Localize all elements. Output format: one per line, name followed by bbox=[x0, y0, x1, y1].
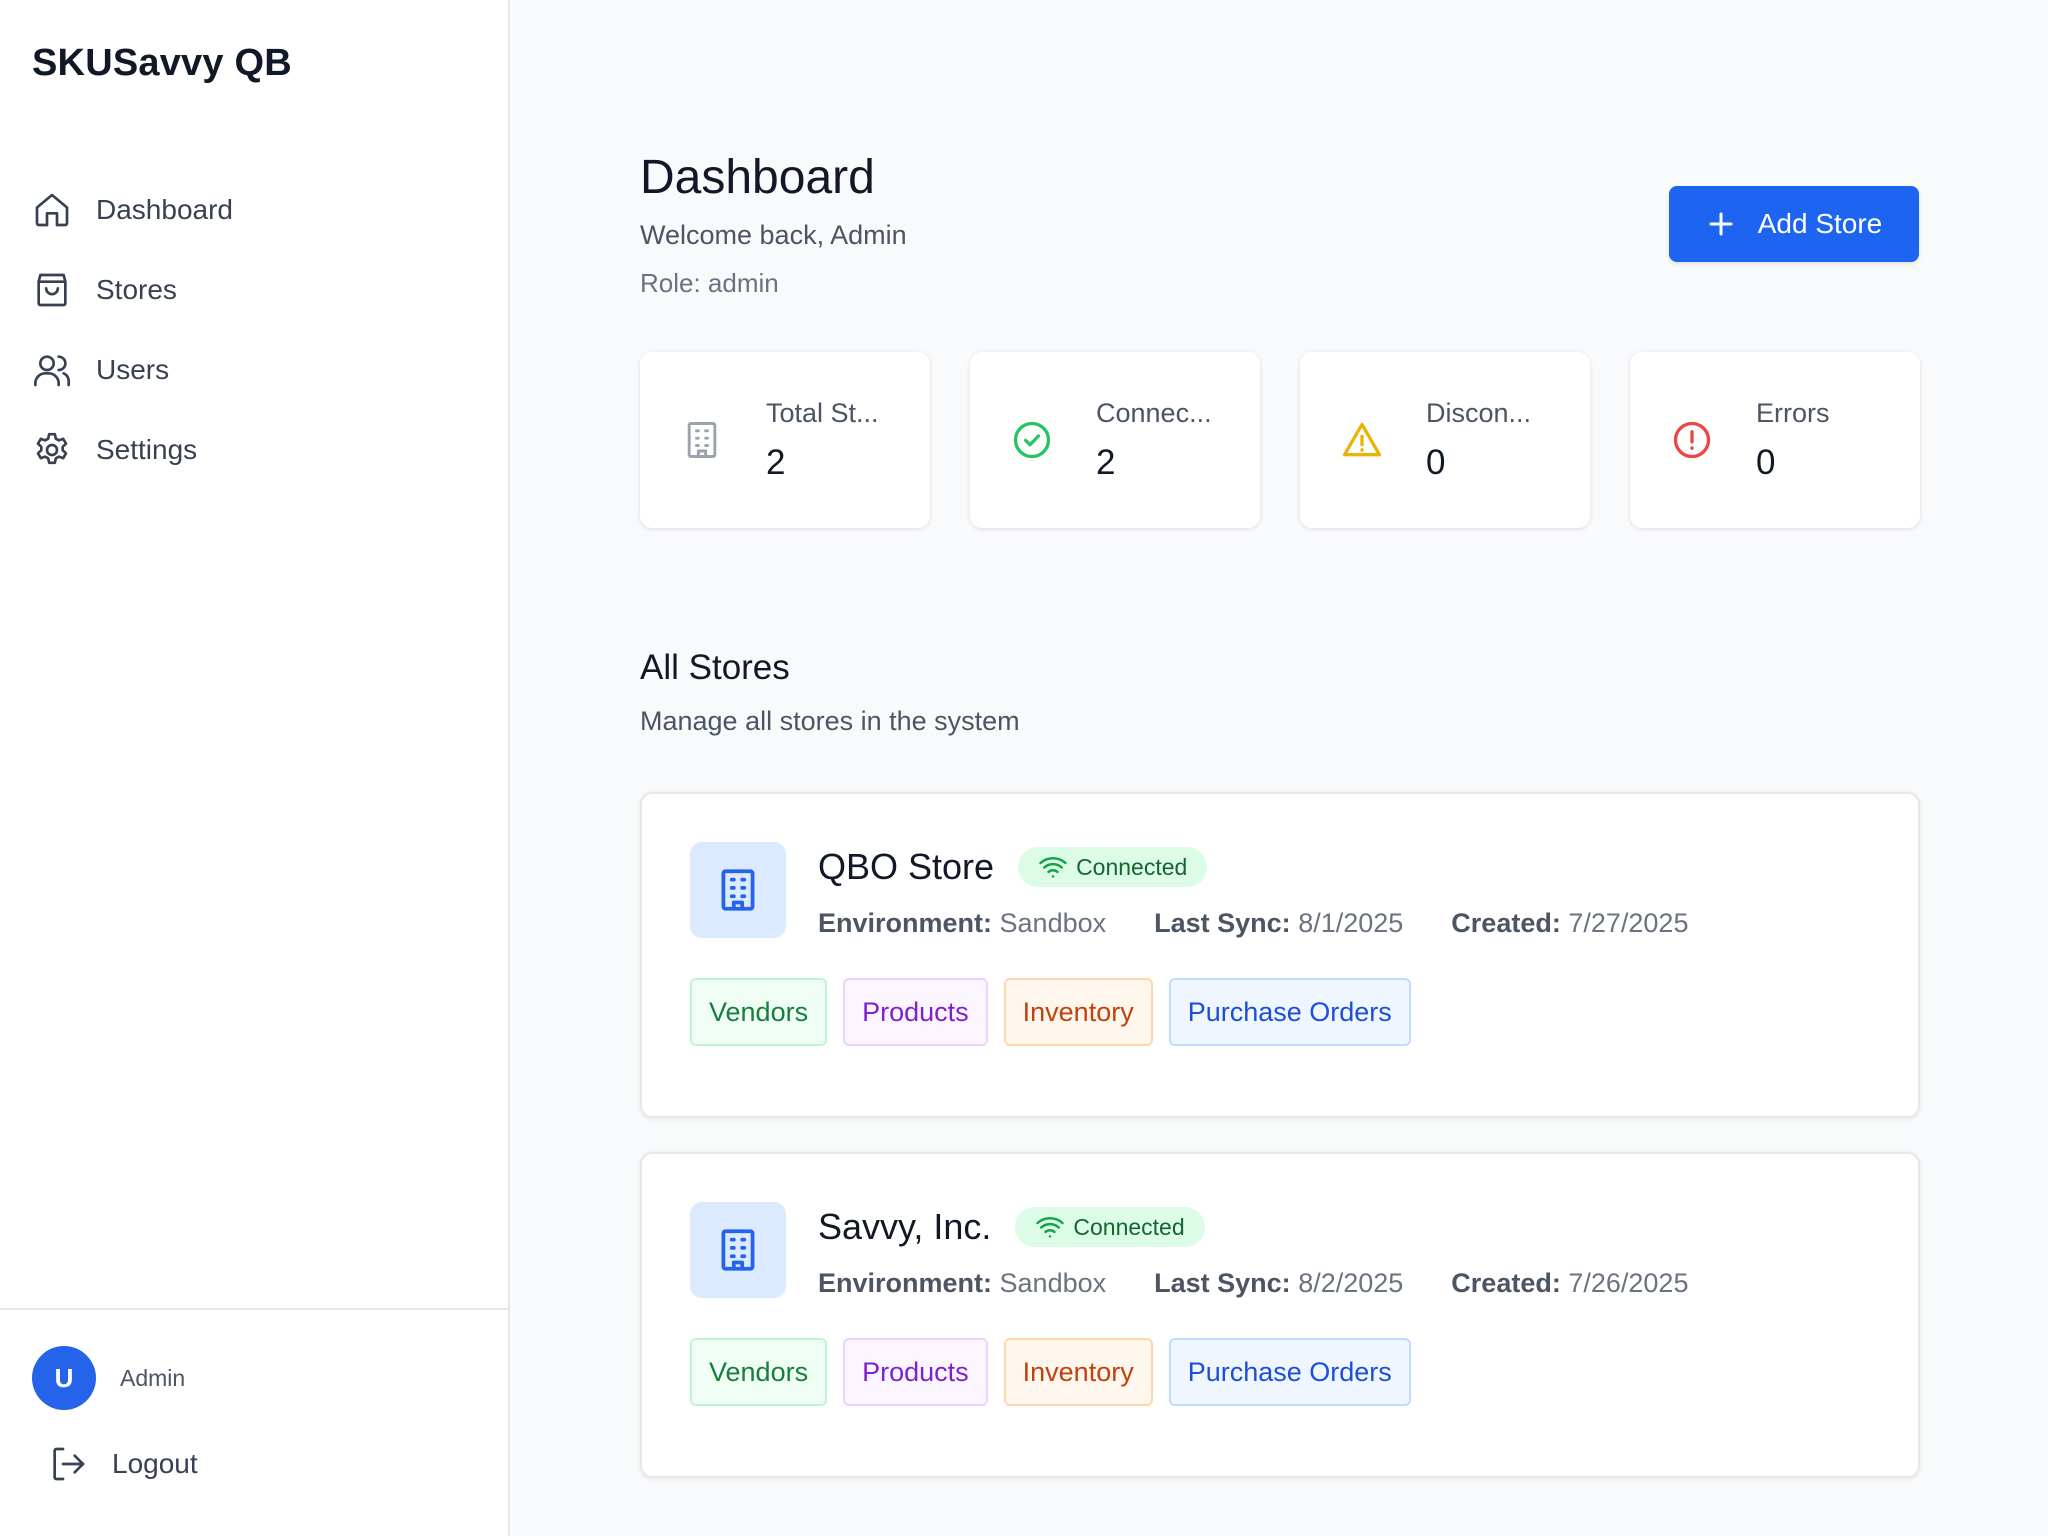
building-icon bbox=[690, 842, 786, 938]
last-sync-label: Last Sync: bbox=[1154, 1268, 1291, 1298]
section-title: All Stores bbox=[640, 648, 790, 687]
sidebar-item-dashboard[interactable]: Dashboard bbox=[32, 170, 472, 250]
created-label: Created: bbox=[1451, 908, 1561, 938]
store-card[interactable]: Savvy, Inc. Connected Environment: Sandb… bbox=[640, 1152, 1920, 1478]
stat-card-errors: Errors 0 bbox=[1630, 352, 1920, 528]
status-label: Connected bbox=[1076, 853, 1188, 880]
tag-products[interactable]: Products bbox=[843, 978, 988, 1046]
stat-label: Connec... bbox=[1096, 397, 1212, 428]
stat-value: 0 bbox=[1426, 442, 1446, 482]
alert-circle-icon bbox=[1670, 418, 1714, 462]
wifi-icon bbox=[1036, 1216, 1065, 1238]
sidebar-footer: U Admin Logout bbox=[0, 1308, 510, 1536]
sidebar-item-label: Stores bbox=[96, 274, 177, 305]
sidebar-item-settings[interactable]: Settings bbox=[32, 410, 472, 490]
user-profile: U Admin bbox=[32, 1346, 185, 1410]
sidebar-item-label: Dashboard bbox=[96, 194, 233, 225]
stat-value: 0 bbox=[1756, 442, 1776, 482]
sidebar-nav: Dashboard Stores Users Settings bbox=[32, 170, 472, 490]
tag-inventory[interactable]: Inventory bbox=[1003, 1338, 1153, 1406]
avatar: U bbox=[32, 1346, 96, 1410]
users-icon bbox=[32, 350, 72, 390]
environment-label: Environment: bbox=[818, 1268, 993, 1298]
store-meta: Environment: Sandbox Last Sync: 8/1/2025… bbox=[818, 908, 1736, 939]
status-badge: Connected bbox=[1018, 847, 1208, 887]
store-card[interactable]: QBO Store Connected Environment: Sandbox… bbox=[640, 792, 1920, 1118]
shopping-bag-icon bbox=[32, 270, 72, 310]
status-badge: Connected bbox=[1015, 1207, 1205, 1247]
sidebar-item-stores[interactable]: Stores bbox=[32, 250, 472, 330]
status-label: Connected bbox=[1073, 1213, 1185, 1240]
environment-value: Sandbox bbox=[999, 908, 1107, 938]
role-text: Role: admin bbox=[640, 268, 779, 298]
last-sync-value: 8/1/2025 bbox=[1298, 908, 1404, 938]
store-name: Savvy, Inc. bbox=[818, 1206, 992, 1247]
sync-tags: Vendors Products Inventory Purchase Orde… bbox=[690, 978, 1411, 1046]
welcome-text: Welcome back, Admin bbox=[640, 220, 907, 250]
last-sync-label: Last Sync: bbox=[1154, 908, 1291, 938]
tag-inventory[interactable]: Inventory bbox=[1003, 978, 1153, 1046]
logout-label: Logout bbox=[112, 1448, 198, 1479]
gear-icon bbox=[32, 430, 72, 470]
store-name: QBO Store bbox=[818, 846, 995, 887]
stat-card-disconnected: Discon... 0 bbox=[1300, 352, 1590, 528]
page-title: Dashboard bbox=[640, 151, 875, 204]
tag-vendors[interactable]: Vendors bbox=[690, 1338, 828, 1406]
building-icon bbox=[690, 1202, 786, 1298]
home-icon bbox=[32, 190, 72, 230]
stat-label: Total St... bbox=[766, 397, 879, 428]
created-value: 7/26/2025 bbox=[1568, 1268, 1689, 1298]
warning-icon bbox=[1340, 418, 1384, 462]
sidebar: SKUSavvy QB Dashboard Stores Users Setti… bbox=[0, 0, 510, 1536]
store-meta: Environment: Sandbox Last Sync: 8/2/2025… bbox=[818, 1268, 1736, 1299]
sync-tags: Vendors Products Inventory Purchase Orde… bbox=[690, 1338, 1411, 1406]
app-title: SKUSavvy QB bbox=[32, 42, 292, 84]
last-sync-value: 8/2/2025 bbox=[1298, 1268, 1404, 1298]
section-subtitle: Manage all stores in the system bbox=[640, 706, 1020, 736]
plus-icon bbox=[1709, 212, 1733, 236]
sidebar-item-label: Settings bbox=[96, 434, 198, 465]
logout-icon bbox=[53, 1447, 85, 1481]
wifi-icon bbox=[1039, 856, 1067, 878]
created-value: 7/27/2025 bbox=[1568, 908, 1689, 938]
sidebar-item-users[interactable]: Users bbox=[32, 330, 472, 410]
building-icon bbox=[680, 418, 724, 462]
add-store-button[interactable]: Add Store bbox=[1669, 186, 1919, 262]
sidebar-item-label: Users bbox=[96, 354, 170, 385]
stat-card-total-stores: Total St... 2 bbox=[640, 352, 930, 528]
tag-vendors[interactable]: Vendors bbox=[690, 978, 828, 1046]
logout-button[interactable]: Logout bbox=[48, 1444, 198, 1484]
stat-label: Discon... bbox=[1426, 397, 1532, 428]
stats-row: Total St... 2 Connec... 2 Discon... 0 Er… bbox=[640, 352, 1920, 528]
environment-value: Sandbox bbox=[999, 1268, 1107, 1298]
tag-purchase-orders[interactable]: Purchase Orders bbox=[1168, 978, 1411, 1046]
check-circle-icon bbox=[1010, 418, 1054, 462]
user-name: Admin bbox=[120, 1364, 186, 1391]
created-label: Created: bbox=[1451, 1268, 1561, 1298]
tag-products[interactable]: Products bbox=[843, 1338, 988, 1406]
stat-value: 2 bbox=[766, 442, 786, 482]
stat-label: Errors bbox=[1756, 397, 1830, 428]
add-store-label: Add Store bbox=[1757, 208, 1883, 239]
stat-value: 2 bbox=[1096, 442, 1116, 482]
tag-purchase-orders[interactable]: Purchase Orders bbox=[1168, 1338, 1411, 1406]
environment-label: Environment: bbox=[818, 908, 993, 938]
stat-card-connected: Connec... 2 bbox=[970, 352, 1260, 528]
